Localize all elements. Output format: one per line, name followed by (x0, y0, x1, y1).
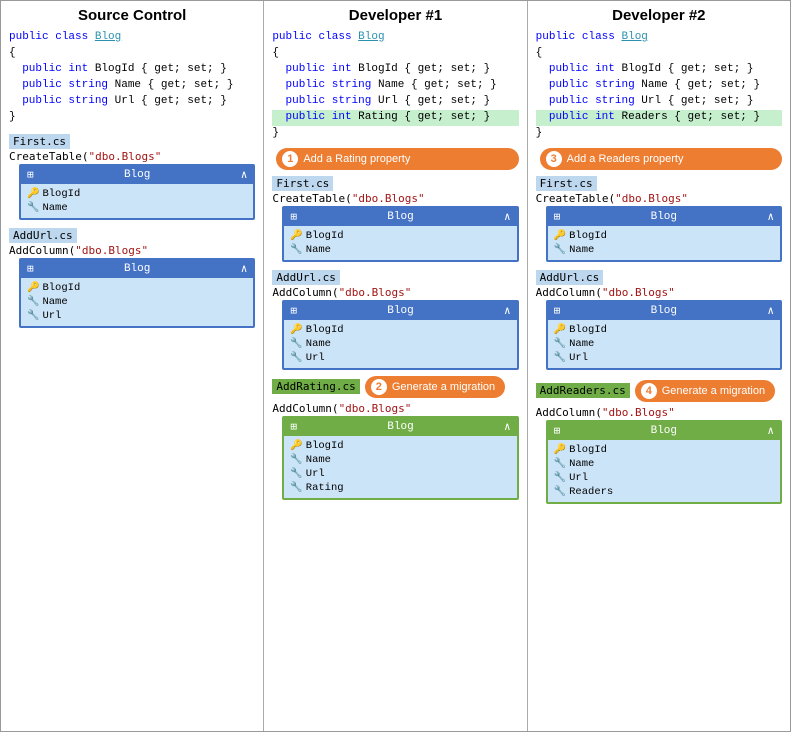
source-addurl-chevron: ∧ (241, 262, 248, 276)
source-addurl-resx-header: ⊞ Blog ∧ (21, 260, 253, 278)
developer2-header: Developer #2 (536, 7, 782, 24)
dev1-first-code: CreateTable("dbo.Blogs" (272, 192, 518, 205)
developer1-column: Developer #1 public class Blog { public … (264, 1, 527, 731)
source-first-code: CreateTable("dbo.Blogs" (9, 150, 255, 163)
key-icon-blogid: 🔑 (27, 188, 39, 200)
callout-4-badge: 4 Generate a migration (635, 380, 775, 402)
main-container: Source Control public class Blog { publi… (0, 0, 791, 732)
dev1-code: public class Blog { public int BlogId { … (272, 30, 518, 142)
callout-2-badge: 2 Generate a migration (365, 376, 505, 398)
callout-4-container: AddReaders.cs 4 Generate a migration (536, 380, 782, 402)
dev1-first-migration: First.cs CreateTable("dbo.Blogs" ⊞ Blog … (272, 174, 518, 262)
dev2-first-resx-box: ⊞ Blog ∧ 🔑BlogId 🔧Name (546, 206, 782, 262)
source-first-resx-label: Blog (124, 169, 150, 181)
wrench-icon-name: 🔧 (27, 202, 39, 214)
source-first-resx-body: 🔑 BlogId 🔧 Name (21, 184, 253, 218)
key-icon: 🔑 (27, 282, 39, 294)
source-addurl-cs-label: AddUrl.cs (9, 228, 77, 243)
dev1-first-resx-box: ⊞ Blog ∧ 🔑BlogId 🔧Name (282, 206, 518, 262)
callout-1-badge: 1 Add a Rating property (276, 148, 518, 170)
developer1-header: Developer #1 (272, 7, 518, 24)
dev1-addrating-migration: AddColumn("dbo.Blogs" ⊞ Blog ∧ 🔑BlogId 🔧… (272, 402, 518, 500)
dev2-addreaders-migration: AddColumn("dbo.Blogs" ⊞ Blog ∧ 🔑BlogId 🔧… (536, 406, 782, 504)
dev2-first-resx-header: ⊞ Blog ∧ (548, 208, 780, 226)
source-first-resx-chevron: ∧ (241, 168, 248, 182)
callout-3-badge: 3 Add a Readers property (540, 148, 782, 170)
dev1-first-resx-header: ⊞ Blog ∧ (284, 208, 516, 226)
dev1-first-cs-label: First.cs (272, 176, 333, 191)
callout-2-label: Generate a migration (392, 381, 495, 393)
wrench-icon: 🔧 (27, 296, 39, 308)
dev1-addurl-code: AddColumn("dbo.Blogs" (272, 286, 518, 299)
source-first-blogid: 🔑 BlogId (27, 187, 247, 201)
dev2-addreaders-resx-box: ⊞ Blog ∧ 🔑BlogId 🔧Name 🔧Url 🔧Readers (546, 420, 782, 504)
source-addurl-migration: AddUrl.cs AddColumn("dbo.Blogs" ⊞ Blog ∧… (9, 226, 255, 328)
dev2-addurl-resx-box: ⊞ Blog ∧ 🔑BlogId 🔧Name 🔧Url (546, 300, 782, 370)
dev1-addurl-resx-box: ⊞ Blog ∧ 🔑BlogId 🔧Name 🔧Url (282, 300, 518, 370)
dev1-addrating-code: AddColumn("dbo.Blogs" (272, 402, 518, 415)
source-first-resx-box: ⊞ Blog ∧ 🔑 BlogId 🔧 Name (19, 164, 255, 220)
dev1-addurl-migration: AddUrl.cs AddColumn("dbo.Blogs" ⊞ Blog ∧… (272, 268, 518, 370)
dev2-first-migration: First.cs CreateTable("dbo.Blogs" ⊞ Blog … (536, 174, 782, 262)
callout-1-label: Add a Rating property (303, 153, 410, 165)
dev2-first-code: CreateTable("dbo.Blogs" (536, 192, 782, 205)
dev1-first-resx-body: 🔑BlogId 🔧Name (284, 226, 516, 260)
source-addurl-code: AddColumn("dbo.Blogs" (9, 244, 255, 257)
source-first-resx-header: ⊞ Blog ∧ (21, 166, 253, 184)
callout-4-label: Generate a migration (662, 385, 765, 397)
dev2-first-cs-label: First.cs (536, 176, 597, 191)
callout-2-number: 2 (371, 379, 387, 395)
wrench-icon: 🔧 (27, 310, 39, 322)
dev2-addurl-code: AddColumn("dbo.Blogs" (536, 286, 782, 299)
source-addurl-resx-box: ⊞ Blog ∧ 🔑 BlogId 🔧 Name 🔧 Url (19, 258, 255, 328)
dev1-addrating-resx-box: ⊞ Blog ∧ 🔑BlogId 🔧Name 🔧Url 🔧Rating (282, 416, 518, 500)
dev1-addurl-resx-header: ⊞ Blog ∧ (284, 302, 516, 320)
source-control-code: public class Blog { public int BlogId { … (9, 30, 255, 126)
dev1-addrating-cs-label: AddRating.cs (272, 379, 359, 394)
source-control-column: Source Control public class Blog { publi… (1, 1, 264, 731)
dev2-code: public class Blog { public int BlogId { … (536, 30, 782, 142)
source-addurl-icon: ⊞ (27, 262, 34, 276)
callout-1-number: 1 (282, 151, 298, 167)
dev2-addreaders-resx-header: ⊞ Blog ∧ (548, 422, 780, 440)
source-first-migration: First.cs CreateTable("dbo.Blogs" ⊞ Blog … (9, 132, 255, 220)
developer2-column: Developer #2 public class Blog { public … (528, 1, 790, 731)
dev2-addreaders-cs-label: AddReaders.cs (536, 383, 630, 398)
source-addurl-label: Blog (124, 263, 150, 275)
source-control-header: Source Control (9, 7, 255, 24)
source-first-cs-label: First.cs (9, 134, 70, 149)
callout-2-container: AddRating.cs 2 Generate a migration (272, 376, 518, 398)
dev2-addurl-cs-label: AddUrl.cs (536, 270, 604, 285)
callout-4-number: 4 (641, 383, 657, 399)
dev2-addurl-resx-header: ⊞ Blog ∧ (548, 302, 780, 320)
callout-3-label: Add a Readers property (567, 153, 684, 165)
source-first-resx-icon: ⊞ (27, 168, 34, 182)
dev1-addrating-resx-header: ⊞ Blog ∧ (284, 418, 516, 436)
dev1-addurl-cs-label: AddUrl.cs (272, 270, 340, 285)
source-addurl-resx-body: 🔑 BlogId 🔧 Name 🔧 Url (21, 278, 253, 326)
callout-3-number: 3 (546, 151, 562, 167)
dev2-addurl-migration: AddUrl.cs AddColumn("dbo.Blogs" ⊞ Blog ∧… (536, 268, 782, 370)
source-first-name: 🔧 Name (27, 201, 247, 215)
dev2-addreaders-code: AddColumn("dbo.Blogs" (536, 406, 782, 419)
